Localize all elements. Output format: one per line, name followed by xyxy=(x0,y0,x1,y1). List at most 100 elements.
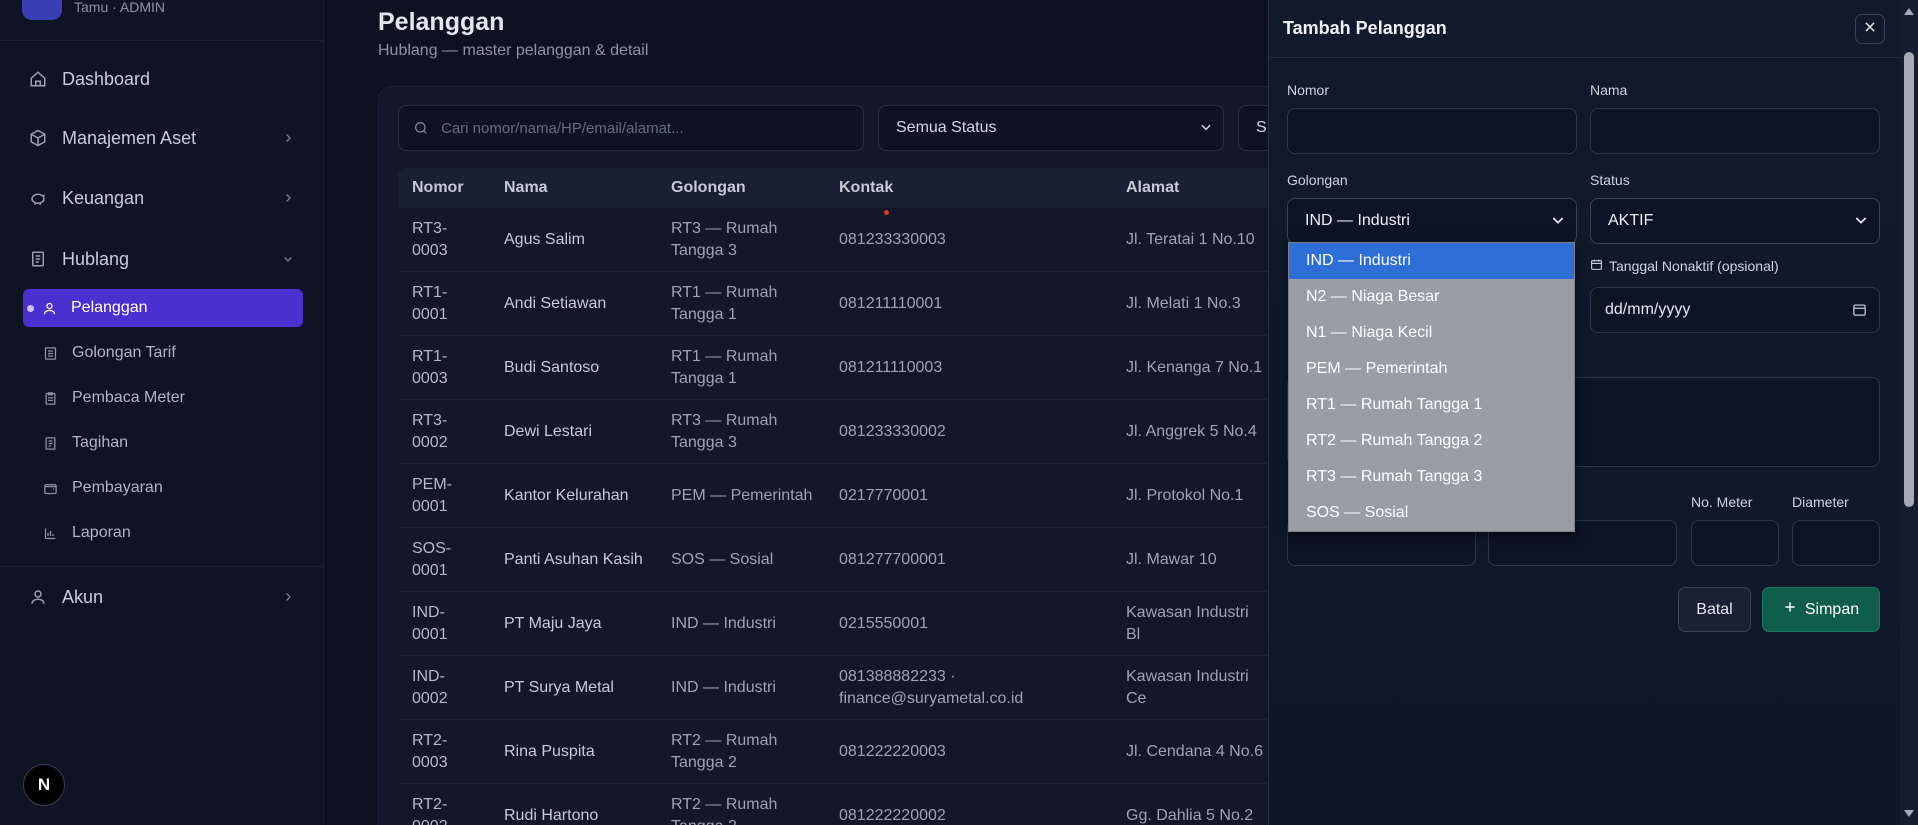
cell-nama: Andi Setiawan xyxy=(504,295,607,312)
cell-kontak: 081277700001 xyxy=(839,551,946,568)
table-row[interactable]: RT1- 0001 Andi Setiawan RT1 — Rumah Tangga… xyxy=(398,272,1268,336)
page-subtitle: Hublang — master pelanggan & detail xyxy=(378,42,649,59)
sidebar-item-pelanggan[interactable]: Pelanggan xyxy=(23,289,303,327)
cell-alamat: Jl. Teratai 1 No.10 xyxy=(1126,231,1255,248)
list-icon xyxy=(42,345,58,361)
nav-hublang[interactable]: Hublang xyxy=(28,243,298,275)
column-header-alamat[interactable]: Alamat xyxy=(1126,179,1179,197)
dropdown-option[interactable]: PEM — Pemerintah xyxy=(1289,351,1574,387)
table-row[interactable]: RT3- 0003 Agus Salim RT3 — Rumah Tangga 3 0… xyxy=(398,208,1268,272)
page-title: Pelanggan xyxy=(378,8,505,36)
calendar-icon xyxy=(1590,258,1603,274)
sidebar-item-tagihan[interactable]: Tagihan xyxy=(24,424,302,462)
dropdown-option[interactable]: N1 — Niaga Kecil xyxy=(1289,315,1574,351)
sidebar-item-laporan[interactable]: Laporan xyxy=(24,514,302,552)
table-row[interactable]: IND- 0001 PT Maju Jaya IND — Industri 02155… xyxy=(398,592,1268,656)
cell-nama: PT Surya Metal xyxy=(504,679,614,696)
drawer-title: Tambah Pelanggan xyxy=(1283,18,1447,38)
dropdown-option[interactable]: SOS — Sosial xyxy=(1289,495,1574,531)
cell-kontak: 0217770001 xyxy=(839,487,928,504)
golongan-select[interactable]: IND — Industri xyxy=(1287,198,1577,244)
status-select[interactable]: AKTIF xyxy=(1590,198,1880,244)
status-label: Status xyxy=(1590,172,1630,188)
cell-nomor: RT2- 0002 xyxy=(412,796,448,825)
nama-label: Nama xyxy=(1590,82,1628,98)
tanggal-nonaktif-field[interactable]: dd/mm/yyyy xyxy=(1590,287,1880,333)
cell-nomor: RT3- 0002 xyxy=(412,412,448,451)
user-icon xyxy=(41,300,57,316)
piggy-bank-icon xyxy=(28,188,48,208)
cell-kontak: 081211110001 xyxy=(839,295,943,312)
sidebar-item-golongan-tarif[interactable]: Golongan Tarif xyxy=(24,334,302,372)
user-info: Tamu · ADMIN xyxy=(22,0,165,22)
table-header: Nomor Nama Golongan Kontak Alamat xyxy=(398,168,1268,208)
user-icon xyxy=(28,587,48,607)
chevron-right-icon xyxy=(278,188,298,208)
column-header-nama[interactable]: Nama xyxy=(504,179,548,197)
table-row[interactable]: RT3- 0002 Dewi Lestari RT3 — Rumah Tangga … xyxy=(398,400,1268,464)
close-button[interactable] xyxy=(1855,14,1885,44)
nextjs-dev-badge[interactable]: N xyxy=(23,764,65,806)
table-row[interactable]: SOS- 0001 Panti Asuhan Kasih SOS — Sosial 0… xyxy=(398,528,1268,592)
cell-alamat: Jl. Mawar 10 xyxy=(1126,551,1217,568)
nav-keuangan[interactable]: Keuangan xyxy=(28,182,298,214)
calendar-icon[interactable] xyxy=(1852,302,1867,322)
cancel-button[interactable]: Batal xyxy=(1678,587,1751,632)
nomor-field[interactable] xyxy=(1287,108,1577,154)
sidebar-item-pembaca-meter[interactable]: Pembaca Meter xyxy=(24,379,302,417)
search-input[interactable]: Cari nomor/nama/HP/email/alamat... xyxy=(398,105,864,151)
cell-nama: Dewi Lestari xyxy=(504,423,593,440)
cell-alamat: Jl. Anggrek 5 No.4 xyxy=(1126,423,1257,440)
status-filter-select[interactable]: Semua Status xyxy=(878,105,1224,151)
table-row[interactable]: RT1- 0003 Budi Santoso RT1 — Rumah Tangga … xyxy=(398,336,1268,400)
scrollbar[interactable] xyxy=(1900,0,1918,825)
chevron-down-icon xyxy=(1853,212,1869,233)
table-row[interactable]: IND- 0002 PT Surya Metal IND — Industri 081… xyxy=(398,656,1268,720)
invoice-icon xyxy=(42,435,58,451)
cell-kontak: 0215550001 xyxy=(839,615,928,632)
table-row[interactable]: RT2- 0002 Rudi Hartono RT2 — Rumah Tangga … xyxy=(398,784,1268,825)
cell-kontak: 081233330003 xyxy=(839,231,946,248)
cell-nama: Agus Salim xyxy=(504,231,585,248)
scroll-down-arrow[interactable] xyxy=(1904,810,1914,817)
cell-alamat: Kawasan Industri Ce xyxy=(1126,668,1249,707)
dropdown-option[interactable]: N2 — Niaga Besar xyxy=(1289,279,1574,315)
cell-golongan: PEM — Pemerintah xyxy=(671,487,813,504)
cell-nama: PT Maju Jaya xyxy=(504,615,602,632)
cell-nama: Rina Puspita xyxy=(504,743,595,760)
save-button[interactable]: Simpan xyxy=(1762,587,1880,632)
column-header-golongan[interactable]: Golongan xyxy=(671,179,746,197)
diameter-field[interactable] xyxy=(1792,520,1880,566)
dropdown-option[interactable]: RT1 — Rumah Tangga 1 xyxy=(1289,387,1574,423)
cell-nomor: RT2- 0003 xyxy=(412,732,448,771)
table-row[interactable]: PEM- 0001 Kantor Kelurahan PEM — Pemerinta… xyxy=(398,464,1268,528)
nama-field[interactable] xyxy=(1590,108,1880,154)
sidebar-item-label: Pembaca Meter xyxy=(72,389,185,406)
nav-akun[interactable]: Akun xyxy=(28,581,298,613)
date-placeholder: dd/mm/yyyy xyxy=(1605,301,1691,318)
dropdown-option[interactable]: RT3 — Rumah Tangga 3 xyxy=(1289,459,1574,495)
table-row[interactable]: RT2- 0003 Rina Puspita RT2 — Rumah Tangga … xyxy=(398,720,1268,784)
dropdown-option[interactable]: IND — Industri xyxy=(1289,243,1574,279)
nav-akun-label: Akun xyxy=(62,586,104,607)
chevron-down-icon xyxy=(278,249,298,269)
column-header-nomor[interactable]: Nomor xyxy=(412,179,464,197)
column-header-kontak[interactable]: Kontak xyxy=(839,179,893,197)
cell-nomor: IND- 0001 xyxy=(412,604,448,643)
cell-nomor: RT1- 0003 xyxy=(412,348,448,387)
sidebar-item-pembayaran[interactable]: Pembayaran xyxy=(24,469,302,507)
scroll-thumb[interactable] xyxy=(1904,52,1914,507)
nav-keuangan-label: Keuangan xyxy=(62,187,145,208)
scroll-up-arrow[interactable] xyxy=(1904,8,1914,15)
cell-golongan: IND — Industri xyxy=(671,615,776,632)
no-meter-field[interactable] xyxy=(1691,520,1779,566)
cell-alamat: Kawasan Industri Bl xyxy=(1126,604,1249,643)
nav-dashboard[interactable]: Dashboard xyxy=(28,63,298,95)
tanggal-nonaktif-label: Tanggal Nonaktif (opsional) xyxy=(1590,258,1779,274)
dropdown-option[interactable]: RT2 — Rumah Tangga 2 xyxy=(1289,423,1574,459)
wallet-icon xyxy=(42,480,58,496)
cell-golongan: RT3 — Rumah Tangga 3 xyxy=(671,412,778,451)
nav-manajemen-aset[interactable]: Manajemen Aset xyxy=(28,122,298,154)
box-icon xyxy=(28,128,48,148)
tanggal-nonaktif-text: Tanggal Nonaktif (opsional) xyxy=(1609,258,1779,274)
